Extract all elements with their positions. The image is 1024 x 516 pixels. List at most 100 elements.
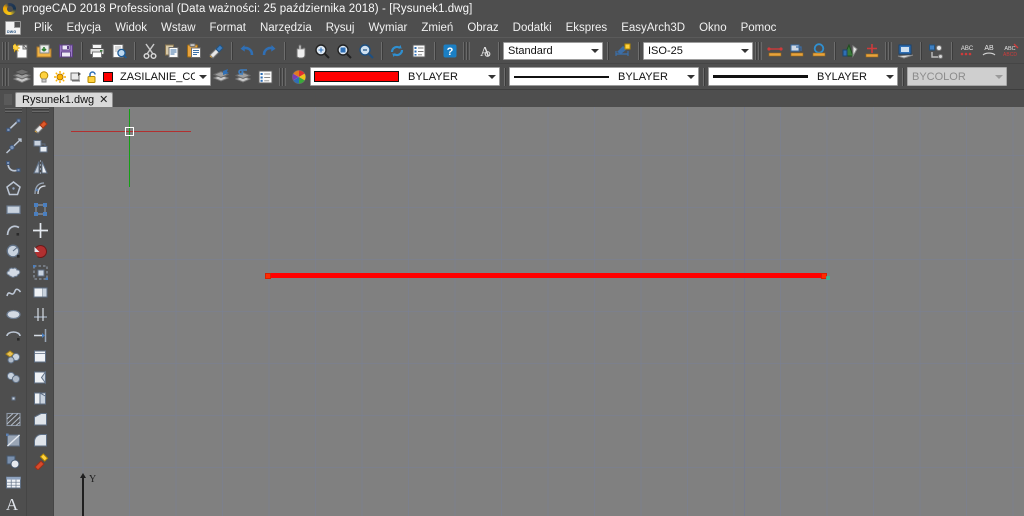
save-drawing-icon[interactable] — [55, 40, 77, 62]
menu-item-format[interactable]: Format — [203, 20, 253, 36]
toolbar-grip[interactable] — [279, 67, 286, 86]
menu-item-okno[interactable]: Okno — [692, 20, 734, 36]
chevron-down-icon[interactable] — [484, 68, 499, 85]
multiline-text-icon[interactable]: A — [2, 493, 25, 514]
menu-item-dodatki[interactable]: Dodatki — [506, 20, 559, 36]
array-icon[interactable] — [29, 199, 52, 220]
tabstrip-grip[interactable] — [4, 94, 12, 105]
ellipse-icon[interactable] — [2, 304, 25, 325]
insert-block-icon[interactable] — [2, 346, 25, 367]
tab-rysunek1[interactable]: Rysunek1.dwg ✕ — [15, 92, 114, 107]
break-at-point-icon[interactable] — [29, 346, 52, 367]
chamfer-icon[interactable] — [29, 409, 52, 430]
text-style-combo[interactable]: Standard — [503, 41, 603, 60]
chevron-down-icon[interactable] — [587, 42, 602, 59]
hatch-icon[interactable] — [839, 40, 861, 62]
linear-dimension-icon[interactable] — [764, 40, 786, 62]
refresh-icon[interactable] — [386, 40, 408, 62]
menu-item-rysuj[interactable]: Rysuj — [319, 20, 362, 36]
toolbar-grip[interactable] — [463, 41, 470, 60]
aligned-dimension-icon[interactable] — [786, 40, 808, 62]
match-properties-icon[interactable] — [205, 40, 227, 62]
menu-item-plik[interactable]: Plik — [27, 20, 60, 36]
color-wheel-icon[interactable] — [288, 66, 310, 88]
menu-item-zmien[interactable]: Zmień — [414, 20, 460, 36]
explode-icon[interactable] — [29, 451, 52, 472]
toolbar-grip[interactable] — [4, 108, 22, 114]
layer-freeze-vp-icon[interactable] — [69, 70, 83, 84]
mirror-icon[interactable] — [29, 157, 52, 178]
menu-item-edycja[interactable]: Edycja — [60, 20, 109, 36]
drawing-canvas[interactable]: Y — [54, 107, 1024, 516]
offset-icon[interactable] — [29, 178, 52, 199]
properties-icon[interactable] — [408, 40, 430, 62]
layout-icon[interactable] — [894, 40, 916, 62]
point-icon[interactable] — [861, 40, 883, 62]
copy-object-icon[interactable] — [29, 136, 52, 157]
menu-item-narzedzia[interactable]: Narzędzia — [253, 20, 319, 36]
layer-manager-icon[interactable] — [11, 66, 33, 88]
new-drawing-icon[interactable] — [11, 40, 33, 62]
polygon-icon[interactable] — [2, 178, 25, 199]
chevron-down-icon[interactable] — [195, 68, 210, 85]
ellipse-arc-icon[interactable] — [2, 325, 25, 346]
undo-icon[interactable] — [236, 40, 258, 62]
cut-icon[interactable] — [139, 40, 161, 62]
zoom-realtime-icon[interactable] — [355, 40, 377, 62]
menu-item-wymiar[interactable]: Wymiar — [361, 20, 414, 36]
layer-thaw-icon[interactable] — [53, 70, 67, 84]
block-insert-icon[interactable] — [925, 40, 947, 62]
hatch-icon[interactable] — [2, 409, 25, 430]
circle-icon[interactable] — [2, 241, 25, 262]
gradient-icon[interactable] — [2, 430, 25, 451]
table-icon[interactable] — [2, 472, 25, 493]
layer-on-icon[interactable] — [37, 70, 51, 84]
make-block-icon[interactable] — [2, 367, 25, 388]
red-line-entity[interactable] — [268, 273, 824, 278]
layer-previous-icon[interactable] — [233, 66, 255, 88]
arc-text-icon[interactable]: AB — [978, 40, 1000, 62]
open-drawing-icon[interactable] — [33, 40, 55, 62]
zoom-window-icon[interactable] — [311, 40, 333, 62]
chevron-down-icon[interactable] — [882, 68, 897, 85]
redo-icon[interactable] — [258, 40, 280, 62]
menu-item-obraz[interactable]: Obraz — [460, 20, 505, 36]
toolbar-grip[interactable] — [2, 41, 9, 60]
print-preview-icon[interactable] — [108, 40, 130, 62]
copy-icon[interactable] — [161, 40, 183, 62]
pan-icon[interactable] — [289, 40, 311, 62]
print-icon[interactable] — [86, 40, 108, 62]
rotate-icon[interactable] — [29, 241, 52, 262]
extend-icon[interactable] — [29, 325, 52, 346]
menu-item-ekspres[interactable]: Ekspres — [559, 20, 615, 36]
radius-dimension-icon[interactable] — [808, 40, 830, 62]
linetype-combo[interactable]: BYLAYER — [509, 67, 699, 86]
rectangle-icon[interactable] — [2, 199, 25, 220]
layer-combo[interactable]: ZASILANIE_CO — [33, 67, 211, 86]
layer-unlock-icon[interactable] — [85, 70, 99, 84]
zoom-previous-icon[interactable] — [333, 40, 355, 62]
text-style-icon[interactable]: A — [472, 40, 494, 62]
move-icon[interactable] — [29, 220, 52, 241]
menu-item-wstaw[interactable]: Wstaw — [154, 20, 203, 36]
find-replace-icon[interactable]: ABC ABCD — [1000, 40, 1022, 62]
spell-check-icon[interactable]: ABC — [956, 40, 978, 62]
spline-icon[interactable] — [2, 283, 25, 304]
stretch-icon[interactable] — [29, 283, 52, 304]
line-icon[interactable] — [2, 115, 25, 136]
menu-item-pomoc[interactable]: Pomoc — [734, 20, 784, 36]
toolbar-grip[interactable] — [755, 41, 762, 60]
help-icon[interactable]: ? — [439, 40, 461, 62]
chevron-down-icon[interactable] — [683, 68, 698, 85]
region-icon[interactable] — [2, 451, 25, 472]
dimension-style-combo[interactable]: ISO-25 — [643, 41, 753, 60]
paste-icon[interactable] — [183, 40, 205, 62]
menu-item-widok[interactable]: Widok — [108, 20, 154, 36]
grip-start[interactable] — [265, 273, 271, 279]
fillet-icon[interactable] — [29, 430, 52, 451]
layer-states-icon[interactable] — [255, 66, 277, 88]
infinite-line-icon[interactable] — [2, 136, 25, 157]
trim-icon[interactable] — [29, 304, 52, 325]
arc-icon[interactable] — [2, 220, 25, 241]
layer-color-swatch[interactable] — [101, 70, 115, 84]
